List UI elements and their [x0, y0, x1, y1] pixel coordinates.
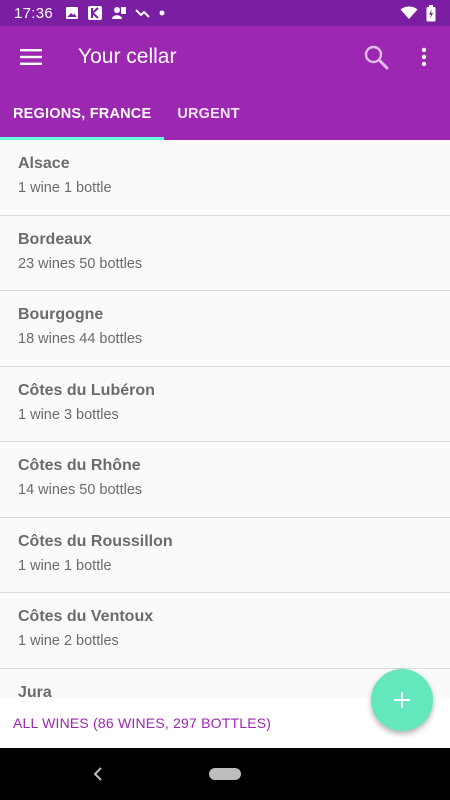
region-count: 1 wine 2 bottles — [18, 633, 119, 649]
list-item-bordeaux[interactable]: Bordeaux 23 wines 50 bottles — [0, 216, 450, 291]
image-icon — [65, 6, 79, 20]
missed-call-icon — [135, 7, 151, 19]
list-item-cotes-du-rhone[interactable]: Côtes du Rhône 14 wines 50 bottles — [0, 442, 450, 518]
list-item-bourgogne[interactable]: Bourgogne 18 wines 44 bottles — [0, 291, 450, 367]
region-name: Alsace — [18, 155, 70, 172]
add-wine-button[interactable] — [371, 669, 433, 731]
home-button[interactable] — [209, 768, 241, 780]
more-options-button[interactable] — [400, 33, 448, 81]
contact-icon — [111, 5, 127, 21]
region-count: 23 wines 50 bottles — [18, 255, 143, 272]
region-count: 18 wines 44 bottles — [18, 331, 143, 347]
page-title: Your cellar — [78, 45, 177, 68]
more-vert-icon — [421, 47, 427, 67]
tab-bar: REGIONS, FRANCE URGENT — [0, 88, 450, 140]
list-item-alsace[interactable]: Alsace 1 wine 1 bottle — [0, 140, 450, 216]
status-bar: 17:36 — [0, 0, 450, 26]
region-name: Bordeaux — [18, 230, 92, 248]
region-name: Côtes du Lubéron — [18, 381, 155, 399]
menu-button[interactable] — [0, 26, 62, 88]
tab-label: REGIONS, FRANCE — [13, 106, 152, 122]
region-name: Côtes du Roussillon — [18, 532, 173, 550]
search-button[interactable] — [352, 33, 400, 81]
back-icon — [93, 767, 103, 781]
region-list[interactable]: Alsace 1 wine 1 bottle Bordeaux 23 wines… — [0, 140, 450, 698]
list-item-cotes-du-ventoux[interactable]: Côtes du Ventoux 1 wine 2 bottles — [0, 593, 450, 669]
k-app-icon — [87, 5, 103, 21]
wifi-icon — [400, 6, 418, 20]
tab-urgent[interactable]: URGENT — [164, 88, 252, 140]
list-item-cotes-du-luberon[interactable]: Côtes du Lubéron 1 wine 3 bottles — [0, 367, 450, 442]
all-wines-link[interactable]: ALL WINES (86 WINES, 297 BOTTLES) — [13, 715, 271, 731]
region-name: Côtes du Ventoux — [18, 608, 154, 625]
tab-label: URGENT — [177, 106, 240, 122]
region-name: Bourgogne — [18, 306, 104, 323]
menu-icon — [20, 48, 42, 66]
add-icon — [393, 691, 411, 709]
back-button[interactable] — [88, 762, 108, 786]
region-name: Côtes du Rhône — [18, 457, 141, 474]
region-count: 1 wine 3 bottles — [18, 406, 119, 423]
region-count: 1 wine 1 bottle — [18, 180, 112, 196]
tab-regions-france[interactable]: REGIONS, FRANCE — [0, 88, 165, 140]
region-count: 14 wines 50 bottles — [18, 482, 143, 498]
system-nav-bar — [0, 748, 450, 800]
dot-icon — [159, 10, 165, 16]
list-item-cotes-du-roussillon[interactable]: Côtes du Roussillon 1 wine 1 bottle — [0, 518, 450, 593]
search-icon — [363, 44, 389, 70]
region-count: 1 wine 1 bottle — [18, 557, 112, 574]
battery-icon — [426, 4, 436, 22]
status-time: 17:36 — [14, 4, 54, 22]
region-name: Jura — [18, 683, 52, 699]
app-bar: Your cellar — [0, 26, 450, 88]
